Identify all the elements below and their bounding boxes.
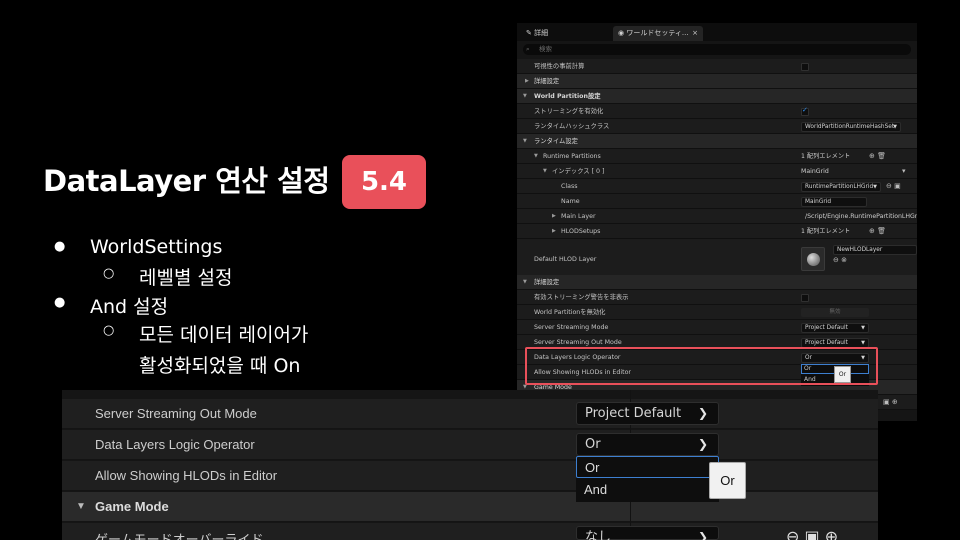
row-visibility-precompute: 可視性の事前計算 [517,59,917,74]
collapse-arrow-icon[interactable]: ▼ [543,164,547,179]
use-selected-icon[interactable]: ⊖ [786,527,799,540]
expand-arrow-icon[interactable]: ▶ [552,224,556,239]
bullet-text: 활성화되었을 때 On [139,355,301,377]
checkbox[interactable] [801,294,809,302]
add-remove-icons[interactable]: ⊕ 🗑 [869,224,886,239]
zoom-logic-options-list: Or And [576,456,719,502]
option-and[interactable]: And [576,479,719,501]
bullet-text: And 설정 [90,296,169,318]
tab-close-icon[interactable]: × [692,26,698,41]
browse-icons[interactable]: ▣ ⊕ [883,395,898,410]
bullet-marker: ● [54,295,66,310]
category-advanced[interactable]: ▶ 詳細設定 [517,74,917,89]
row-name: Name MainGrid [517,194,917,209]
zoom-server-streaming-out-mode-dropdown[interactable]: Project Default ❯ [576,402,719,425]
bullet-text: WorldSettings [90,236,223,258]
bullet-marker: ○ [103,323,115,338]
bullet-text: 모든 데이터 레이어가 [139,324,309,346]
collapse-arrow-icon: ▼ [523,93,527,99]
collapse-arrow-icon: ▼ [523,138,527,144]
chevron-down-icon: ▼ [861,340,865,346]
bullet-item: ● And 설정 [54,292,169,319]
row-enable-streaming: ストリーミングを有効化 [517,104,917,119]
row-index-0: ▼ インデックス [ 0 ] MainGrid ▾ [517,164,917,179]
collapse-arrow-icon[interactable]: ▼ [534,149,538,164]
row-default-hlod-layer: Default HLOD Layer NewHLODLayer ⊖ ⊗ [517,239,917,279]
zoom-row-data-layers-logic: Data Layers Logic Operator [62,430,878,460]
row-streaming-warning: 有効ストリーミング警告を非表示 [517,290,917,305]
row-disable-world-partition: World Partitionを無効化 無効 [517,305,917,320]
globe-icon: ◉ [618,29,625,37]
row-class: Class RuntimePartitionLHGrid ▼ ⊖ ▣ [517,179,917,194]
asset-thumbnail[interactable] [801,247,825,271]
search-icon: ⌕ [526,45,530,53]
chevron-down-icon: ▼ [873,184,877,190]
expand-arrow-icon[interactable]: ▶ [552,209,556,224]
tooltip: Or [709,462,746,499]
bullet-item: 활성화되었을 때 On [139,351,300,378]
bullet-item: ○ 레벨별 설정 [103,263,233,290]
runtime-hash-dropdown[interactable]: WorldPartitionRuntimeHashSet ▼ [801,122,901,132]
checkbox-checked[interactable] [801,106,809,116]
class-dropdown[interactable]: RuntimePartitionLHGrid ▼ [801,182,881,192]
bullet-item: ● WorldSettings [54,236,223,258]
browse-icons[interactable]: ⊖ ▣ [886,179,901,194]
zoom-category-game-mode[interactable]: ▼ Game Mode [62,492,878,522]
zoom-row-game-mode-override: ゲームモードオーバーライド [62,523,878,540]
collapse-arrow-icon: ▼ [523,279,527,285]
category-runtime-settings[interactable]: ▼ ランタイム設定 [517,134,917,149]
tab-world-settings[interactable]: ◉ ワールドセッティ... × [613,26,703,41]
row-runtime-hash-class: ランタイムハッシュクラス WorldPartitionRuntimeHashSe… [517,119,917,134]
add-remove-icons[interactable]: ⊕ 🗑 [869,149,886,164]
bullet-marker: ● [54,239,66,254]
row-runtime-partitions: ▼ Runtime Partitions 1 配列エレメント ⊕ 🗑 [517,149,917,164]
row-server-streaming-mode: Server Streaming Mode Project Default ▼ [517,320,917,335]
slide-title: DataLayer 연산 설정 [43,164,330,198]
browse-icons[interactable]: ⊖ ⊗ [833,253,847,268]
chevron-down-icon: ❯ [697,437,708,451]
zoom-browse-icons[interactable]: ⊖ ▣ ⊕ [786,527,838,540]
category-world-partition[interactable]: ▼ World Partition設定 [517,89,917,104]
highlight-box [525,347,878,385]
option-or[interactable]: Or [576,456,719,478]
checkbox[interactable] [801,63,809,71]
disable-button[interactable]: 無効 [801,308,869,317]
chevron-down-icon: ❯ [697,530,708,540]
tab-details[interactable]: ✎ 詳細 [521,26,553,41]
bullet-text: 레벨별 설정 [139,267,233,289]
expand-arrow-icon: ▶ [525,78,529,84]
zoom-row-server-streaming-out-mode: Server Streaming Out Mode [62,399,878,429]
search-input[interactable]: ⌕ 検索 [523,44,911,55]
chevron-down-icon: ▼ [861,325,865,331]
zoom-row-allow-hlods: Allow Showing HLODs in Editor [62,461,878,491]
server-streaming-mode-dropdown[interactable]: Project Default ▼ [801,323,869,333]
panel-tab-bar: ✎ 詳細 ◉ ワールドセッティ... × [517,23,917,41]
category-advanced-2[interactable]: ▼ 詳細設定 [517,275,917,290]
zoom-data-layers-logic-dropdown[interactable]: Or ❯ [576,433,719,456]
zoom-game-mode-override-dropdown[interactable]: なし ❯ [576,526,719,540]
chevron-down-icon: ❯ [697,406,708,420]
bullet-item: ○ 모든 데이터 레이어가 [103,320,309,347]
row-hlod-setups: ▶ HLODSetups 1 配列エレメント ⊕ 🗑 [517,224,917,239]
version-badge: 5.4 [342,155,426,209]
chevron-down-icon: ▼ [893,124,897,130]
collapse-arrow-icon: ▼ [76,501,86,512]
browse-folder-icon[interactable]: ▣ [805,527,820,540]
row-main-layer: ▶ Main Layer /Script/Engine.RuntimeParti… [517,209,917,224]
bullet-marker: ○ [103,266,115,281]
add-icon[interactable]: ⊕ [825,527,838,540]
pencil-icon: ✎ [526,29,532,37]
zoomed-details-panel: Server Streaming Out Mode Data Layers Lo… [62,390,878,540]
name-field[interactable]: MainGrid [801,197,867,207]
chevron-down-icon[interactable]: ▾ [902,164,906,179]
